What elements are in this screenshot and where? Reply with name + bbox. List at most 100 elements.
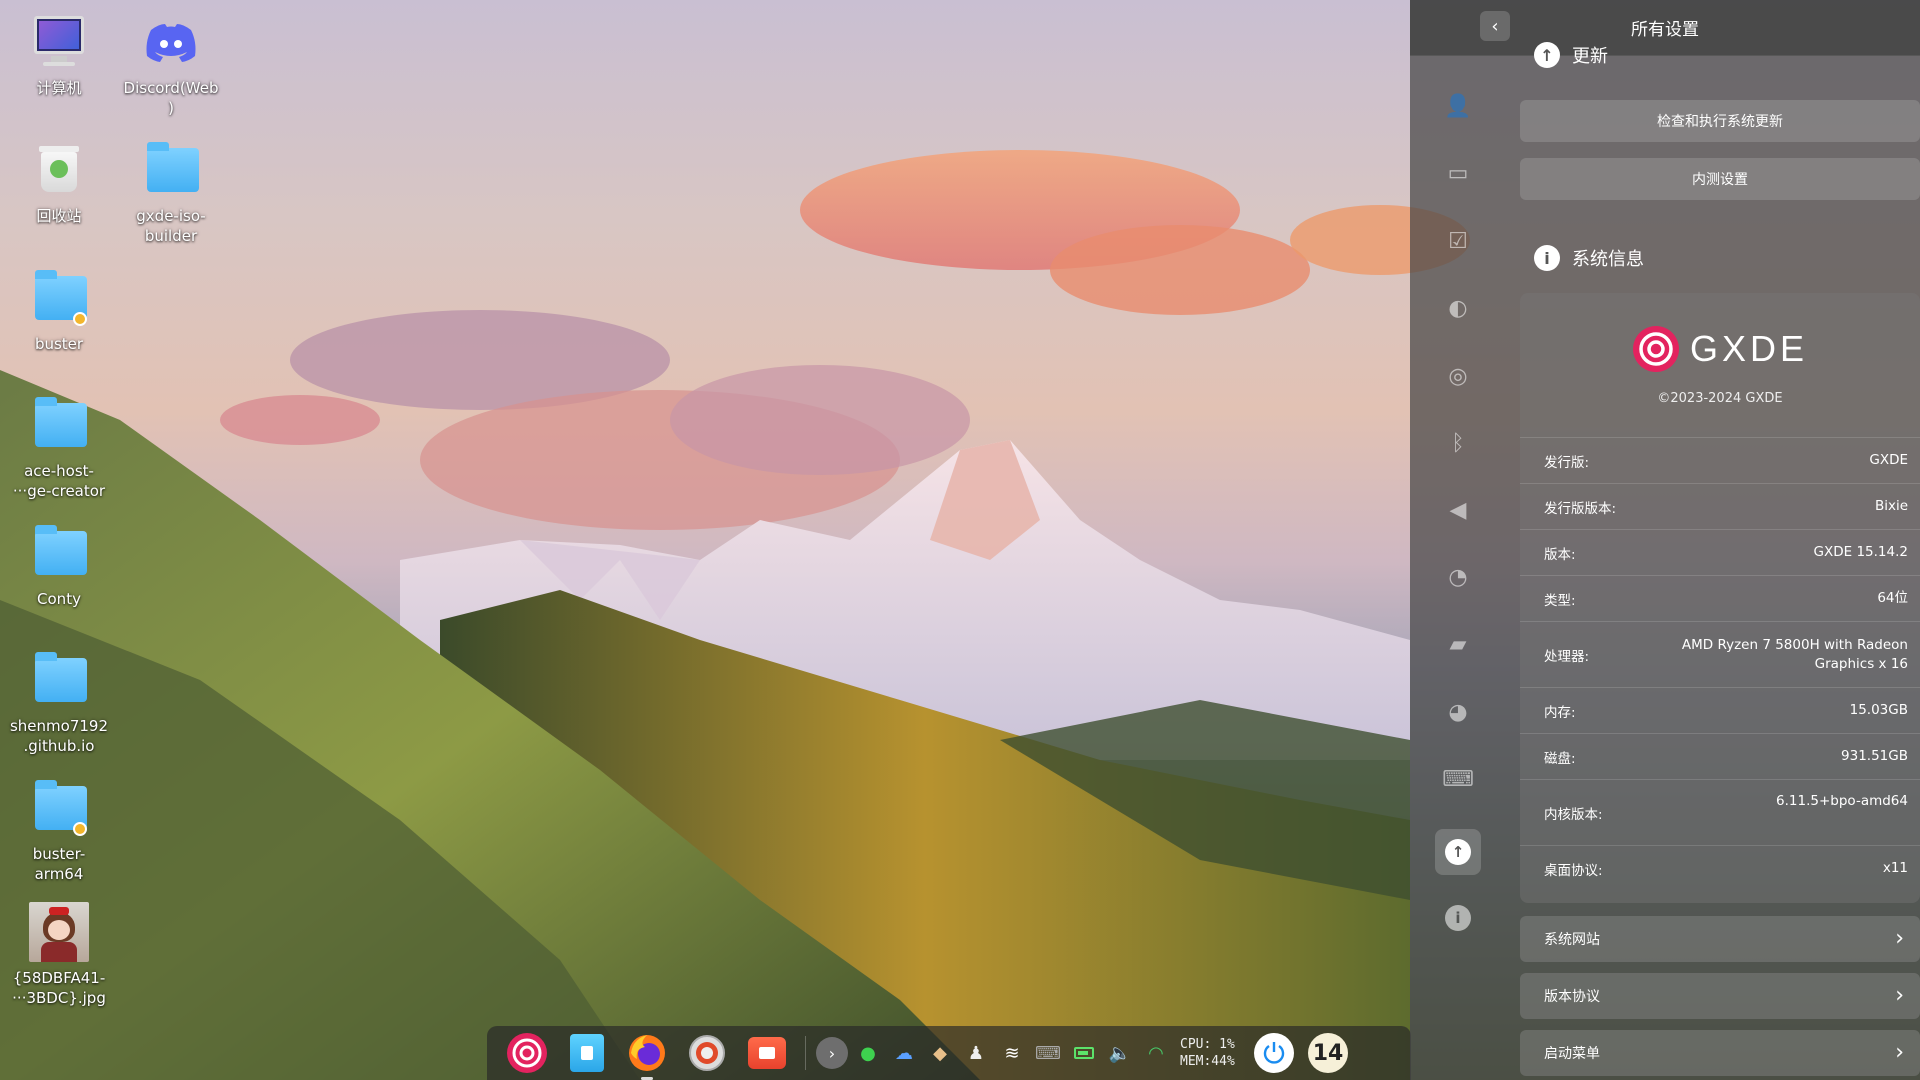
- nav-item-personalization[interactable]: ◐: [1435, 285, 1481, 331]
- nav-item-datetime[interactable]: ◔: [1435, 554, 1481, 600]
- settings-panel: ‹ 所有设置 👤 ▭ ☑ ◐ ◎ ᛒ ◀ ◔ ▰ ◕ ⌨ ↑ i ↑ 更新 检查和执行系统更新 内测设置…: [1410, 0, 1920, 1080]
- info-row: 版本: GXDE 15.14.2: [1520, 529, 1920, 575]
- boot-menu-link[interactable]: 启动菜单 ›: [1520, 1030, 1920, 1076]
- folder-icon: [141, 140, 201, 200]
- nav-item-network[interactable]: ◎: [1435, 353, 1481, 399]
- file-manager-icon[interactable]: [564, 1030, 610, 1076]
- info-value: Bixie: [1874, 498, 1908, 514]
- gxde-launcher-icon[interactable]: [504, 1030, 550, 1076]
- dock: › ● ☁ ◆ ♟ ≋ ⌨ 🔈 ◠ CPU: 1% MEM:44% 14: [487, 1026, 1411, 1080]
- expand-tray-icon[interactable]: ›: [814, 1033, 850, 1073]
- nav-item-account[interactable]: 👤: [1435, 83, 1481, 129]
- beta-settings-button[interactable]: 内测设置: [1520, 158, 1920, 200]
- update-arrow-icon: ↑: [1534, 42, 1560, 68]
- desktop-icon-buster-arm64[interactable]: buster- arm64: [5, 778, 113, 884]
- info-value: AMD Ryzen 7 5800H with Radeon Graphics x…: [1681, 636, 1908, 672]
- update-section-heading: ↑ 更新: [1520, 42, 1608, 68]
- page-title: 所有设置: [1631, 20, 1699, 40]
- keyboard-icon: ⌨: [1442, 766, 1474, 792]
- desktop-icon-jpg[interactable]: {58DBFA41- ···3BDC}.jpg: [5, 902, 113, 1008]
- settings-content: ↑ 更新 检查和执行系统更新 内测设置 i 系统信息 GXDE ©2023-20…: [1520, 42, 1920, 1080]
- desktop-icon-shenmo[interactable]: shenmo7192 .github.io: [5, 650, 113, 756]
- wifi-icon[interactable]: ≋: [994, 1033, 1030, 1073]
- gxde-logo-area: GXDE ©2023-2024 GXDE: [1520, 293, 1920, 437]
- nav-item-mouse[interactable]: ◕: [1435, 689, 1481, 735]
- nav-item-display[interactable]: ▭: [1435, 150, 1481, 196]
- system-website-link[interactable]: 系统网站 ›: [1520, 916, 1920, 962]
- info-icon: i: [1534, 245, 1560, 271]
- battery-icon[interactable]: [1066, 1033, 1102, 1073]
- desktop-icon-label: gxde-iso- builder: [136, 207, 206, 245]
- folder-icon: [29, 268, 89, 328]
- chevron-right-icon: ›: [1895, 983, 1904, 1008]
- image-thumbnail-icon: [29, 902, 89, 962]
- link-label: 版本协议: [1544, 989, 1600, 1005]
- mem-usage-text: MEM:44%: [1180, 1054, 1235, 1069]
- desktop-icon-computer[interactable]: 计算机: [5, 12, 113, 98]
- info-key: 版本:: [1544, 546, 1576, 563]
- info-value: 15.03GB: [1849, 702, 1908, 718]
- shutdown-button[interactable]: [1254, 1033, 1294, 1073]
- firefox-icon[interactable]: [624, 1030, 670, 1080]
- check-update-button[interactable]: 检查和执行系统更新: [1520, 100, 1920, 142]
- desktop-icon-trash[interactable]: 回收站: [5, 140, 113, 226]
- gxde-logo: GXDE: [1520, 325, 1920, 373]
- clock-widget[interactable]: 14: [1308, 1033, 1348, 1073]
- clipboard-icon[interactable]: ◠: [1138, 1033, 1174, 1073]
- info-key: 内存:: [1544, 704, 1576, 721]
- desktop-icon-buster[interactable]: buster: [5, 268, 113, 354]
- nav-item-power[interactable]: ▰: [1435, 621, 1481, 667]
- desktop-icon-label: buster: [34, 335, 84, 353]
- info-row: 处理器: AMD Ryzen 7 5800H with Radeon Graphi…: [1520, 621, 1920, 687]
- info-row: 内核版本: 6.11.5+bpo-amd64: [1520, 779, 1920, 845]
- folder-icon: [29, 395, 89, 455]
- wechat-icon[interactable]: ●: [850, 1033, 886, 1073]
- nav-item-bluetooth[interactable]: ᛒ: [1435, 420, 1481, 466]
- desktop-icon-ace-host[interactable]: ace-host- ···ge-creator: [5, 395, 113, 501]
- lock-badge-icon: [73, 822, 87, 836]
- desktop-icon-label: shenmo7192 .github.io: [9, 717, 109, 755]
- gxde-logo-icon: [1632, 326, 1679, 372]
- cat-icon[interactable]: ◆: [922, 1033, 958, 1073]
- back-button[interactable]: ‹: [1480, 11, 1510, 41]
- desktop-icon-label: buster- arm64: [32, 845, 86, 883]
- trash-bin-icon: [29, 140, 89, 200]
- folder-icon: [29, 523, 89, 583]
- info-row: 内存: 15.03GB: [1520, 687, 1920, 733]
- nav-item-update[interactable]: ↑: [1435, 829, 1481, 875]
- info-icon: i: [1445, 905, 1471, 931]
- info-key: 内核版本:: [1544, 806, 1603, 823]
- desktop-icon-label: {58DBFA41- ···3BDC}.jpg: [12, 969, 106, 1007]
- desktop-icon-label: 回收站: [36, 207, 82, 225]
- desktop-icon-label: Conty: [37, 590, 81, 608]
- nav-item-sound[interactable]: ◀: [1435, 487, 1481, 533]
- nav-item-default-apps[interactable]: ☑: [1435, 218, 1481, 264]
- license-link[interactable]: 版本协议 ›: [1520, 973, 1920, 1019]
- display-icon: ▭: [1447, 160, 1469, 186]
- folder-icon: [29, 778, 89, 838]
- settings-header: ‹ 所有设置: [1410, 0, 1920, 56]
- sysinfo-heading-text: 系统信息: [1572, 249, 1644, 270]
- desktop-icon-discord[interactable]: Discord(Web ): [117, 12, 225, 118]
- qq-penguin-icon[interactable]: ♟: [958, 1033, 994, 1073]
- desktop-icon-gxde-iso-builder[interactable]: gxde-iso- builder: [117, 140, 225, 246]
- settings-nav-rail: 👤 ▭ ☑ ◐ ◎ ᛒ ◀ ◔ ▰ ◕ ⌨ ↑ i: [1410, 56, 1506, 1080]
- sysinfo-section-heading: i 系统信息: [1520, 245, 1644, 271]
- desktop-icon-conty[interactable]: Conty: [5, 523, 113, 609]
- sound-icon: ◀: [1449, 497, 1467, 523]
- desktop-icon-label: ace-host- ···ge-creator: [12, 462, 106, 500]
- volume-icon[interactable]: 🔈: [1102, 1033, 1138, 1073]
- discord-icon: [141, 12, 201, 72]
- cpu-mem-monitor[interactable]: CPU: 1% MEM:44%: [1180, 1036, 1246, 1070]
- copyright-text: ©2023-2024 GXDE: [1657, 391, 1783, 406]
- chevron-right-icon: ›: [1895, 926, 1904, 951]
- nav-item-info[interactable]: i: [1435, 895, 1481, 941]
- nav-item-keyboard[interactable]: ⌨: [1435, 756, 1481, 802]
- mouse-icon: ◕: [1448, 699, 1468, 725]
- screen-recorder-icon[interactable]: [744, 1030, 790, 1076]
- settings-gear-icon[interactable]: [684, 1030, 730, 1076]
- keyboard-icon[interactable]: ⌨: [1030, 1033, 1066, 1073]
- network-drive-icon[interactable]: ☁: [886, 1033, 922, 1073]
- info-key: 桌面协议:: [1544, 862, 1603, 879]
- link-label: 启动菜单: [1544, 1046, 1600, 1062]
